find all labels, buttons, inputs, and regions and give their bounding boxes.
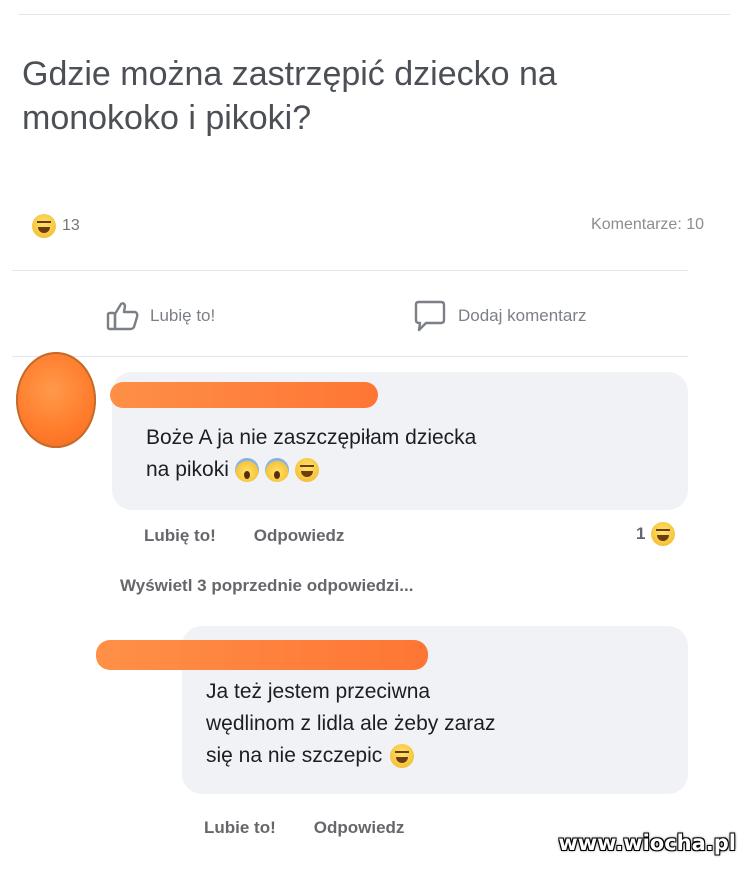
comment-text-line-3-text: się na nie szczepic — [206, 744, 383, 767]
speech-bubble-icon — [414, 300, 446, 332]
scream-icon — [264, 458, 289, 482]
divider — [12, 270, 688, 271]
view-previous-replies-link[interactable]: Wyświetl 3 poprzednie odpowiedzi... — [120, 576, 413, 596]
comment-reply-link[interactable]: Odpowiedz — [254, 526, 345, 546]
divider — [12, 356, 688, 357]
comment-text-line-2: na pikoki — [146, 454, 476, 486]
comment-like-link[interactable]: Lubię to! — [144, 526, 216, 546]
redacted-author-name-and-avatar — [96, 640, 428, 670]
comment-text: Boże A ja nie zaszczępiłam dziecka na pi… — [146, 422, 476, 486]
comments-count[interactable]: Komentarze: 10 — [591, 216, 704, 234]
comment-text-line-1: Ja też jestem przeciwna — [206, 680, 431, 703]
laugh-icon — [32, 214, 56, 238]
scream-icon — [234, 458, 259, 482]
comment-reactions[interactable]: 1 — [636, 522, 676, 546]
laugh-icon — [390, 744, 415, 768]
comment-actions: Lubie to! Odpowiedz — [204, 818, 404, 838]
site-watermark: www.wiocha.pl — [558, 831, 736, 855]
thumbs-up-icon — [106, 302, 139, 331]
avatar[interactable] — [16, 352, 96, 448]
post-title: Gdzie można zastrzępić dziecko na monoko… — [22, 52, 712, 140]
comment-actions: Lubię to! Odpowiedz — [144, 526, 344, 546]
add-comment-button[interactable]: Dodaj komentarz — [412, 300, 587, 332]
comment-text-line-3: się na nie szczepic — [206, 740, 495, 772]
comment-like-link[interactable]: Lubie to! — [204, 818, 276, 838]
laugh-icon — [651, 522, 676, 546]
laugh-icon — [294, 458, 319, 482]
post-title-line-1: Gdzie można zastrzępić dziecko na — [22, 55, 557, 93]
like-label: Lubię to! — [150, 306, 216, 325]
post-title-line-2: monokoko i pikoki? — [22, 99, 312, 137]
comment-text-line-2-text: na pikoki — [146, 458, 229, 481]
comment-text-line-1: Boże A ja nie zaszczępiłam dziecka — [146, 426, 477, 449]
comment-reply-link[interactable]: Odpowiedz — [314, 818, 405, 838]
post-reactions[interactable]: 13 — [32, 214, 80, 238]
comment-text-line-2: wędlinom z lidla ale żeby zaraz — [206, 712, 496, 735]
comment-reaction-count: 1 — [636, 524, 646, 543]
redacted-author-name — [110, 382, 378, 408]
add-comment-label: Dodaj komentarz — [458, 306, 587, 325]
comment-text: Ja też jestem przeciwna wędlinom z lidla… — [206, 676, 495, 772]
reactions-count: 13 — [62, 217, 80, 234]
like-button[interactable]: Lubię to! — [106, 300, 215, 332]
